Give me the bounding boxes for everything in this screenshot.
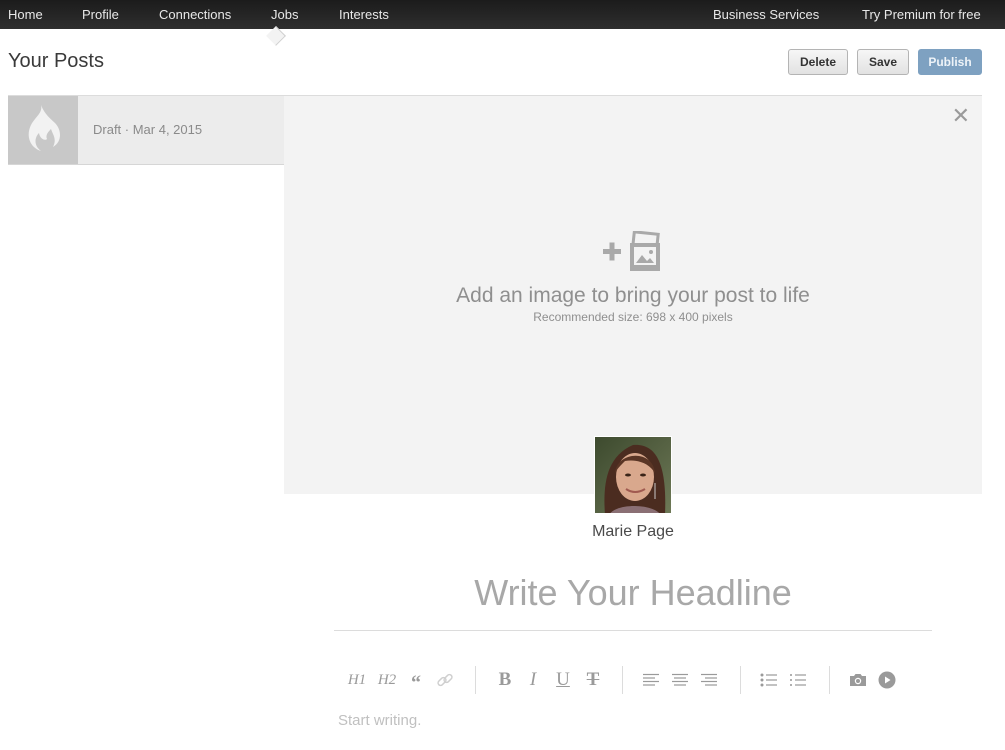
add-image-icon — [601, 230, 665, 278]
underline-button[interactable]: U — [552, 664, 574, 696]
body-input[interactable]: Start writing. — [338, 712, 421, 729]
nav-profile[interactable]: Profile — [82, 7, 119, 22]
headline-divider — [334, 630, 932, 631]
align-left-icon — [643, 673, 659, 686]
nav-home[interactable]: Home — [8, 7, 43, 22]
flame-icon — [23, 103, 63, 158]
nav-business-services[interactable]: Business Services — [713, 7, 819, 22]
toolbar-separator — [622, 666, 623, 694]
author-name: Marie Page — [592, 523, 674, 540]
strikethrough-button[interactable]: T — [582, 664, 604, 696]
publish-button[interactable]: Publish — [918, 49, 982, 75]
align-right-button[interactable] — [698, 664, 720, 696]
toolbar-separator — [829, 666, 830, 694]
add-image-size-hint: Recommended size: 698 x 400 pixels — [533, 310, 733, 324]
align-center-button[interactable] — [669, 664, 691, 696]
top-navigation: Home Profile Connections Jobs Interests … — [0, 0, 1005, 29]
toolbar-separator — [475, 666, 476, 694]
quote-button[interactable]: “ — [408, 664, 424, 696]
add-image-button[interactable]: Add an image to bring your post to life … — [284, 230, 982, 324]
bulleted-list-button[interactable] — [758, 664, 780, 696]
headline-input[interactable] — [334, 572, 932, 614]
italic-button[interactable]: I — [524, 664, 542, 696]
delete-button[interactable]: Delete — [788, 49, 848, 75]
toolbar-separator — [740, 666, 741, 694]
link-icon — [437, 673, 453, 687]
numbered-list-button[interactable] — [787, 664, 809, 696]
heading1-button[interactable]: H1 — [346, 664, 368, 696]
insert-video-button[interactable] — [876, 664, 898, 696]
bulleted-list-icon — [760, 673, 777, 687]
page-title: Your Posts — [8, 50, 104, 72]
cover-image-area[interactable]: ✕ Add an image to bring your post to lif… — [284, 96, 982, 494]
align-right-icon — [701, 673, 717, 686]
nav-jobs[interactable]: Jobs — [271, 7, 298, 22]
play-icon — [878, 671, 896, 689]
link-button[interactable] — [434, 664, 456, 696]
insert-photo-button[interactable] — [847, 664, 869, 696]
numbered-list-icon — [790, 674, 806, 686]
heading2-button[interactable]: H2 — [375, 664, 399, 696]
save-button[interactable]: Save — [857, 49, 909, 75]
align-center-icon — [672, 673, 688, 686]
add-image-title: Add an image to bring your post to life — [456, 284, 810, 307]
camera-icon — [850, 674, 866, 686]
author-avatar — [594, 436, 672, 514]
nav-connections[interactable]: Connections — [159, 7, 231, 22]
align-left-button[interactable] — [640, 664, 662, 696]
close-icon[interactable]: ✕ — [952, 105, 970, 127]
nav-interests[interactable]: Interests — [339, 7, 389, 22]
bold-button[interactable]: B — [494, 664, 516, 696]
post-list-item[interactable]: Draft · Mar 4, 2015 — [8, 96, 285, 165]
post-thumbnail — [8, 96, 78, 164]
post-status-date: Draft · Mar 4, 2015 — [93, 122, 203, 137]
nav-try-premium[interactable]: Try Premium for free — [862, 7, 981, 22]
